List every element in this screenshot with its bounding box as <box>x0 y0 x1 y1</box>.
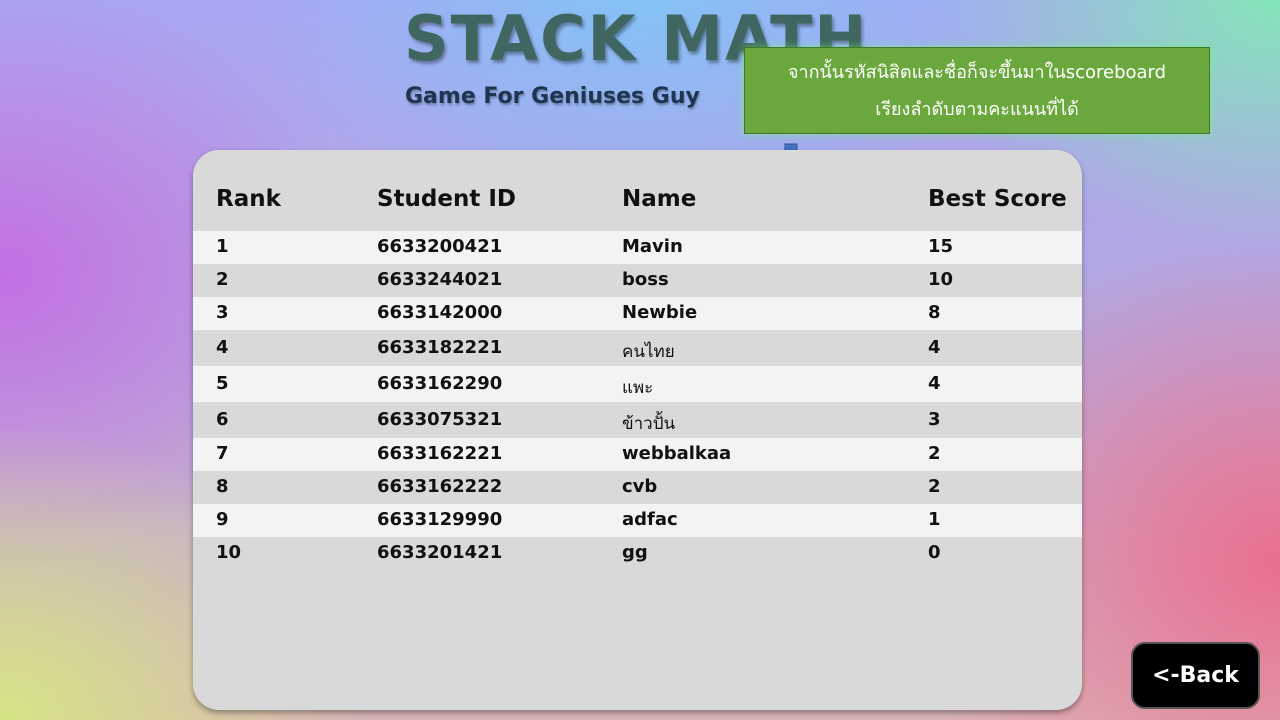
name-cell: คนไทย <box>622 342 675 362</box>
scoreboard-panel: Rank Student ID Name Best Score 1 663320… <box>193 150 1082 710</box>
rank-cell: 2 <box>216 269 229 290</box>
rank-cell: 9 <box>216 509 229 530</box>
student-id-cell: 6633075321 <box>377 409 503 430</box>
name-cell: แพะ <box>622 378 654 398</box>
game-subtitle: Game For Geniuses Guy <box>405 84 700 109</box>
student-id-cell: 6633162290 <box>377 373 503 394</box>
annotation-line-1: จากนั้นรหัสนิสิตและชื่อก็จะขึ้นมาในscore… <box>787 62 1167 83</box>
name-cell: Mavin <box>622 236 683 257</box>
scoreboard-header: Rank Student ID Name Best Score <box>193 182 1082 222</box>
student-id-cell: 6633162222 <box>377 476 503 497</box>
table-row: 6 6633075321 ข้าวปั้น 3 <box>193 402 1082 438</box>
rank-cell: 10 <box>216 542 242 563</box>
best-score-cell: 15 <box>928 236 954 257</box>
table-row: 9 6633129990 adfac 1 <box>193 504 1082 537</box>
table-row: 7 6633162221 webbalkaa 2 <box>193 438 1082 471</box>
best-score-cell: 4 <box>928 337 941 358</box>
table-row: 1 6633200421 Mavin 15 <box>193 231 1082 264</box>
name-cell: gg <box>622 542 648 563</box>
best-score-cell: 4 <box>928 373 941 394</box>
best-score-cell: 8 <box>928 302 941 323</box>
student-id-cell: 6633244021 <box>377 269 503 290</box>
annotation-callout: จากนั้นรหัสนิสิตและชื่อก็จะขึ้นมาในscore… <box>744 47 1210 134</box>
rank-cell: 3 <box>216 302 229 323</box>
student-id-cell: 6633200421 <box>377 236 503 257</box>
rank-cell: 8 <box>216 476 229 497</box>
name-cell: webbalkaa <box>622 443 732 464</box>
column-header-rank: Rank <box>216 186 281 212</box>
table-row: 10 6633201421 gg 0 <box>193 537 1082 570</box>
table-row: 4 6633182221 คนไทย 4 <box>193 330 1082 366</box>
scoreboard-rows: 1 6633200421 Mavin 15 2 6633244021 boss … <box>193 231 1082 570</box>
best-score-cell: 2 <box>928 476 941 497</box>
table-row: 5 6633162290 แพะ 4 <box>193 366 1082 402</box>
table-row: 2 6633244021 boss 10 <box>193 264 1082 297</box>
name-cell: ข้าวปั้น <box>622 414 676 434</box>
best-score-cell: 3 <box>928 409 941 430</box>
best-score-cell: 1 <box>928 509 941 530</box>
rank-cell: 1 <box>216 236 229 257</box>
rank-cell: 4 <box>216 337 229 358</box>
rank-cell: 7 <box>216 443 229 464</box>
column-header-student-id: Student ID <box>377 186 517 212</box>
name-cell: cvb <box>622 476 658 497</box>
table-row: 8 6633162222 cvb 2 <box>193 471 1082 504</box>
name-cell: boss <box>622 269 669 290</box>
annotation-line-2: เรียงลำดับตามคะแนนที่ได้ <box>875 99 1079 120</box>
column-header-name: Name <box>622 186 697 212</box>
best-score-cell: 0 <box>928 542 941 563</box>
student-id-cell: 6633129990 <box>377 509 503 530</box>
rank-cell: 5 <box>216 373 229 394</box>
back-button[interactable]: <-Back <box>1131 642 1260 709</box>
name-cell: Newbie <box>622 302 698 323</box>
student-id-cell: 6633142000 <box>377 302 503 323</box>
best-score-cell: 2 <box>928 443 941 464</box>
student-id-cell: 6633201421 <box>377 542 503 563</box>
table-row: 3 6633142000 Newbie 8 <box>193 297 1082 330</box>
rank-cell: 6 <box>216 409 229 430</box>
student-id-cell: 6633162221 <box>377 443 503 464</box>
column-header-best-score: Best Score <box>928 186 1067 212</box>
best-score-cell: 10 <box>928 269 954 290</box>
student-id-cell: 6633182221 <box>377 337 503 358</box>
name-cell: adfac <box>622 509 678 530</box>
